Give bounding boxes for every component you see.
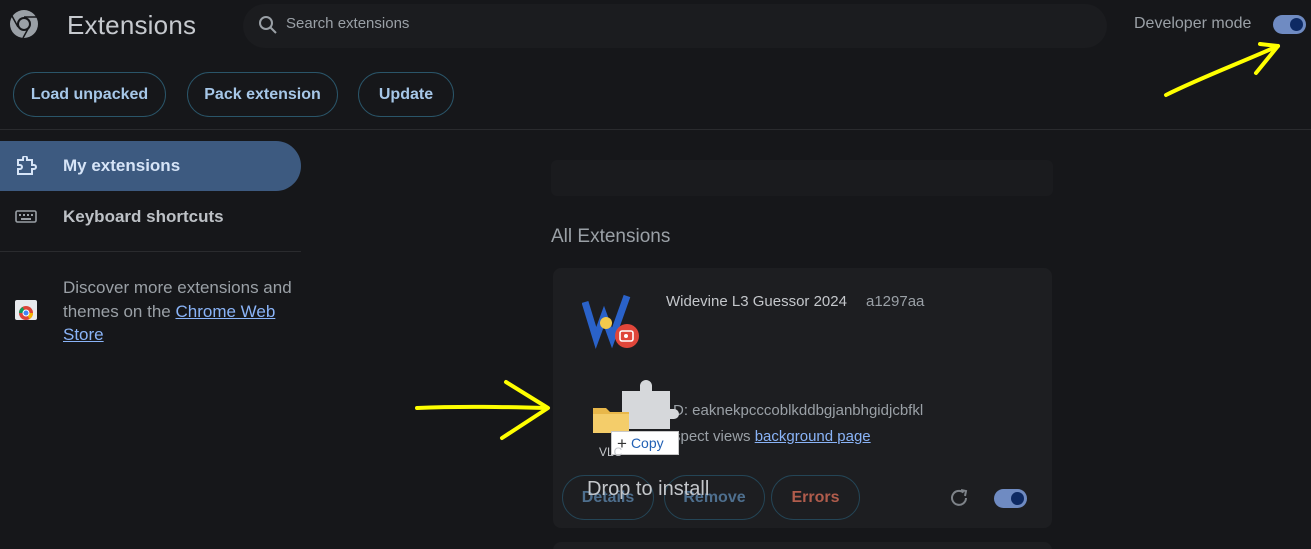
section-title: All Extensions bbox=[551, 226, 671, 247]
toggle-knob bbox=[1011, 492, 1024, 505]
developer-mode-toggle[interactable] bbox=[1273, 15, 1306, 34]
sidebar-divider bbox=[0, 251, 301, 252]
extension-enable-toggle[interactable] bbox=[994, 489, 1027, 508]
extension-version: a1297aa bbox=[866, 293, 925, 310]
chrome-logo-icon bbox=[10, 10, 38, 39]
sidebar-item-label: My extensions bbox=[63, 156, 181, 175]
background-page-link[interactable]: background page bbox=[755, 428, 871, 445]
errors-button[interactable]: Errors bbox=[771, 475, 860, 520]
extension-id: D: eaknekpcccoblkddbgjanbhgidjcbfkl bbox=[673, 402, 924, 419]
header-divider bbox=[0, 129, 1311, 130]
toggle-knob bbox=[1290, 18, 1303, 31]
reload-icon[interactable] bbox=[948, 487, 970, 509]
load-unpacked-button[interactable]: Load unpacked bbox=[13, 72, 166, 117]
extension-card-partial bbox=[553, 542, 1052, 549]
update-button[interactable]: Update bbox=[358, 72, 454, 117]
drop-to-install-text: Drop to install bbox=[587, 478, 710, 500]
header: Extensions Search extensions Developer m… bbox=[0, 0, 1311, 130]
discover-text: Discover more extensions and themes on t… bbox=[63, 276, 293, 347]
keyboard-icon bbox=[15, 210, 37, 223]
search-placeholder: Search extensions bbox=[286, 15, 410, 32]
puzzle-icon bbox=[17, 156, 37, 175]
sidebar-item-label: Keyboard shortcuts bbox=[63, 207, 224, 226]
search-icon bbox=[259, 16, 277, 34]
annotation-arrow-icon bbox=[415, 380, 550, 440]
drag-file-label: VLC bbox=[599, 445, 623, 459]
extension-name: Widevine L3 Guessor 2024 bbox=[666, 293, 847, 310]
inspect-views-label: spect views bbox=[673, 428, 751, 445]
extension-logo-icon bbox=[582, 294, 639, 350]
page-title: Extensions bbox=[67, 10, 197, 40]
inspect-views: spect views background page bbox=[673, 428, 871, 445]
pack-extension-button[interactable]: Pack extension bbox=[187, 72, 338, 117]
developer-mode-label: Developer mode bbox=[1134, 15, 1252, 32]
sidebar-item-my-extensions[interactable]: My extensions bbox=[0, 141, 301, 191]
search-input[interactable]: Search extensions bbox=[243, 4, 1107, 48]
sidebar-item-keyboard-shortcuts[interactable]: Keyboard shortcuts bbox=[0, 192, 301, 242]
ghost-bar bbox=[551, 160, 1053, 196]
copy-label: Copy bbox=[630, 435, 664, 451]
chrome-web-store-icon bbox=[15, 300, 37, 320]
scrollbar[interactable] bbox=[1301, 132, 1311, 549]
